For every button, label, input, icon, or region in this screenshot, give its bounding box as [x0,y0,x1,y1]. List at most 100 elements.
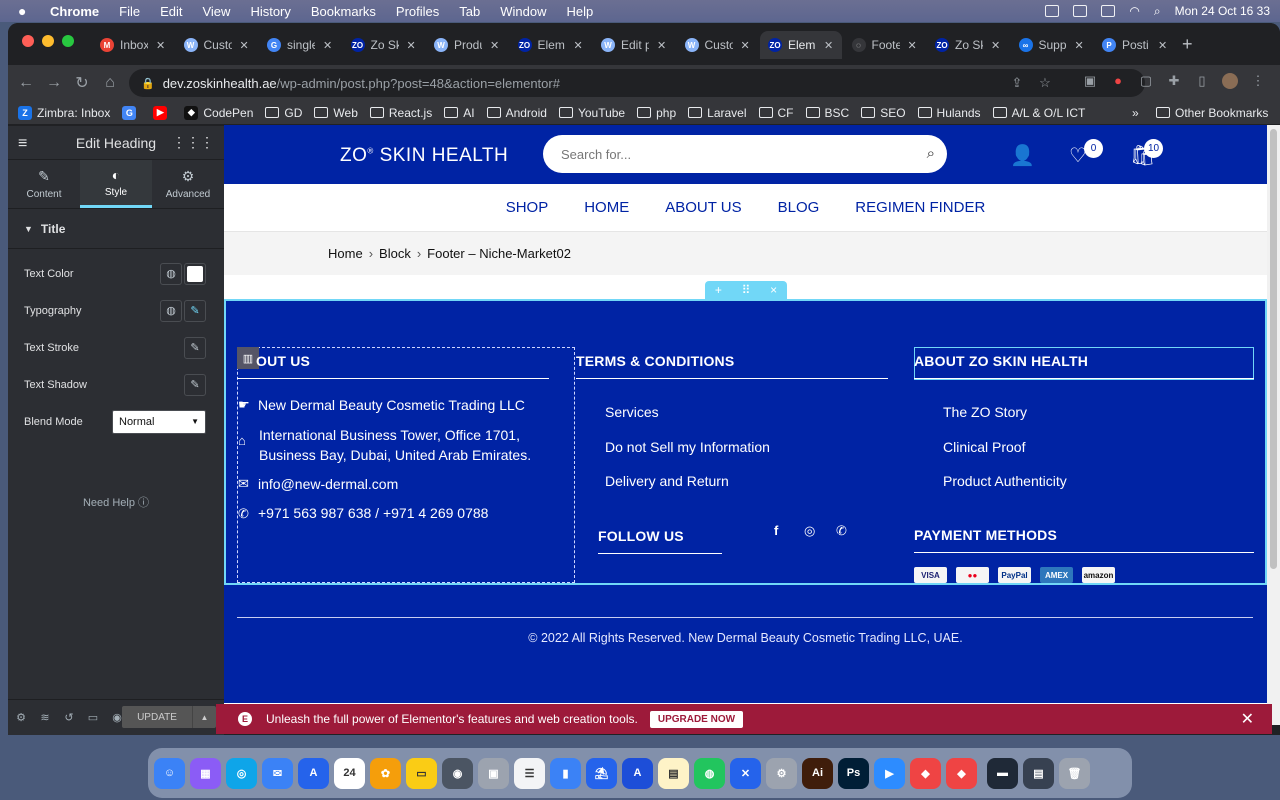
search-icon[interactable]: ⌕ [927,145,935,162]
dock-app-icon[interactable]: ⚙ [766,757,797,789]
update-options-button[interactable]: ▲ [192,706,216,728]
zo-link-story[interactable]: The ZO Story [943,402,1027,422]
forward-icon[interactable]: → [40,74,68,92]
dock-app-icon[interactable]: ⛱ [586,757,617,789]
dock-app-icon[interactable]: ▣ [478,757,509,789]
dock-app-icon[interactable]: ◆ [910,757,941,789]
dock-app-icon[interactable]: ◍ [694,757,725,789]
tab-close-icon[interactable]: ✕ [991,39,1000,52]
bookmark-item[interactable]: ◆ CodePen [184,105,253,120]
dock-app-icon[interactable]: A [298,757,329,789]
wifi-icon[interactable]: ◠ [1129,4,1139,18]
menu-item-bookmarks[interactable]: Bookmarks [311,4,376,19]
hamburger-menu-icon[interactable]: ≡ [18,135,27,153]
dock-app-icon[interactable]: ▤ [658,757,689,789]
breadcrumb-item[interactable]: Home [328,246,363,261]
bookmark-item[interactable]: A/L & O/L ICT [992,106,1085,120]
browser-tab[interactable]: ZO Elem ✕ [760,31,842,59]
menu-item-tab[interactable]: Tab [459,4,480,19]
terms-link-do-not-sell[interactable]: Do not Sell my Information [605,437,770,457]
dock-app-icon[interactable]: 24 [334,757,365,789]
zo-heading[interactable]: ABOUT ZO SKIN HEALTH [914,353,1088,369]
need-help-link[interactable]: Need Help ⓘ [8,494,224,510]
dock-app-icon[interactable]: ☺ [154,757,185,789]
bookmark-item[interactable]: php [637,106,676,120]
terms-heading[interactable]: TERMS & CONDITIONS [576,353,734,369]
follow-heading[interactable]: FOLLOW US [598,528,684,544]
dock-app-icon[interactable]: ✉ [262,757,293,789]
pencil-icon[interactable]: ✎ [184,299,206,322]
bookmark-item[interactable]: ▶ [153,105,172,120]
panel-tab-advanced[interactable]: ⚙ Advanced [152,160,224,208]
about-email[interactable]: info@new-dermal.com [258,474,398,494]
bookmark-item[interactable]: Android [486,106,547,120]
browser-tab[interactable]: ZO Elem ✕ [510,31,590,59]
dock-app-icon[interactable]: ▬ [987,757,1018,789]
page-scrollbar[interactable] [1267,125,1280,725]
instagram-icon[interactable]: ◎ [804,523,815,539]
payment-heading[interactable]: PAYMENT METHODS [914,527,1057,543]
tab-close-icon[interactable]: ✕ [908,39,917,52]
battery-icon[interactable] [1101,5,1116,17]
pencil-icon[interactable]: ✎ [184,336,206,359]
dock-app-icon[interactable]: ▭ [406,757,437,789]
menu-item-window[interactable]: Window [500,4,546,19]
scrollbar-thumb[interactable] [1270,129,1277,569]
browser-tab[interactable]: ◌ Foote ✕ [844,31,924,59]
tab-close-icon[interactable]: ✕ [407,39,416,52]
widgets-grid-icon[interactable]: ⋮⋮⋮ [172,134,214,151]
upgrade-now-button[interactable]: UPGRADE NOW [649,710,744,728]
menu-dots-icon[interactable]: ⋮ [1250,73,1266,89]
bookmark-item[interactable]: G [122,105,141,120]
responsive-icon[interactable]: ▭ [82,711,104,724]
nav-about-us[interactable]: ABOUT US [665,199,741,216]
bookmark-item[interactable]: SEO [861,106,906,120]
dock-app-icon[interactable]: ☰ [514,757,545,789]
tray-icon[interactable] [1073,5,1088,17]
tray-icon[interactable] [1045,5,1060,17]
tab-close-icon[interactable]: ✕ [1075,39,1084,52]
browser-tab[interactable]: W Edit p ✕ [593,31,673,59]
zo-link-clinical[interactable]: Clinical Proof [943,437,1025,457]
menu-item-edit[interactable]: Edit [160,4,182,19]
browser-tab[interactable]: W Custo ✕ [176,31,256,59]
dock-app-icon[interactable]: ✕ [730,757,761,789]
close-window-button[interactable] [22,35,34,47]
bookmark-star-icon[interactable]: ☆ [1037,75,1053,91]
profile-avatar[interactable] [1222,73,1238,89]
menu-item-help[interactable]: Help [567,4,594,19]
nav-regimen-finder[interactable]: REGIMEN FINDER [855,199,985,216]
browser-tab[interactable]: W Produ ✕ [426,31,506,59]
panel-tab-content[interactable]: ✎ Content [8,160,80,208]
bookmark-item[interactable]: React.js [369,106,432,120]
bookmark-other[interactable]: Other Bookmarks [1156,106,1268,120]
menu-item-view[interactable]: View [202,4,230,19]
dock-app-icon[interactable]: ◉ [442,757,473,789]
globe-icon[interactable]: ◍ [160,262,182,285]
globe-icon[interactable]: ◍ [160,299,182,322]
dock-app-icon[interactable]: A [622,757,653,789]
zo-link-authenticity[interactable]: Product Authenticity [943,471,1067,491]
bookmark-item[interactable]: CF [758,106,794,120]
tab-close-icon[interactable]: ✕ [490,39,499,52]
menu-item-history[interactable]: History [250,4,290,19]
section-title[interactable]: ▼ Title [8,209,224,249]
dock-app-icon[interactable]: ▶ [874,757,905,789]
facebook-icon[interactable]: f [774,523,778,538]
browser-tab[interactable]: M Inbox ✕ [92,31,172,59]
browser-tab[interactable]: ∞ Supp ✕ [1011,31,1091,59]
dock-app-icon[interactable]: ▮ [550,757,581,789]
tab-close-icon[interactable]: ✕ [824,39,833,52]
dock-app-icon[interactable]: Ai [802,757,833,789]
menu-item-chrome[interactable]: Chrome [50,4,99,19]
tab-close-icon[interactable]: ✕ [657,39,666,52]
apple-icon[interactable]: ● [18,3,34,19]
account-icon[interactable]: 👤 [1010,143,1035,168]
search-input[interactable]: Search for... ⌕ [543,135,947,173]
bookmark-item[interactable]: BSC [805,106,849,120]
browser-tab[interactable]: Gsingle ✕ [259,31,339,59]
puzzle-icon[interactable]: ✚ [1166,73,1182,89]
bookmark-item[interactable]: GD [265,106,302,120]
sidebar-icon[interactable]: ▯ [1194,73,1210,89]
bookmark-item[interactable]: AI [444,106,475,120]
